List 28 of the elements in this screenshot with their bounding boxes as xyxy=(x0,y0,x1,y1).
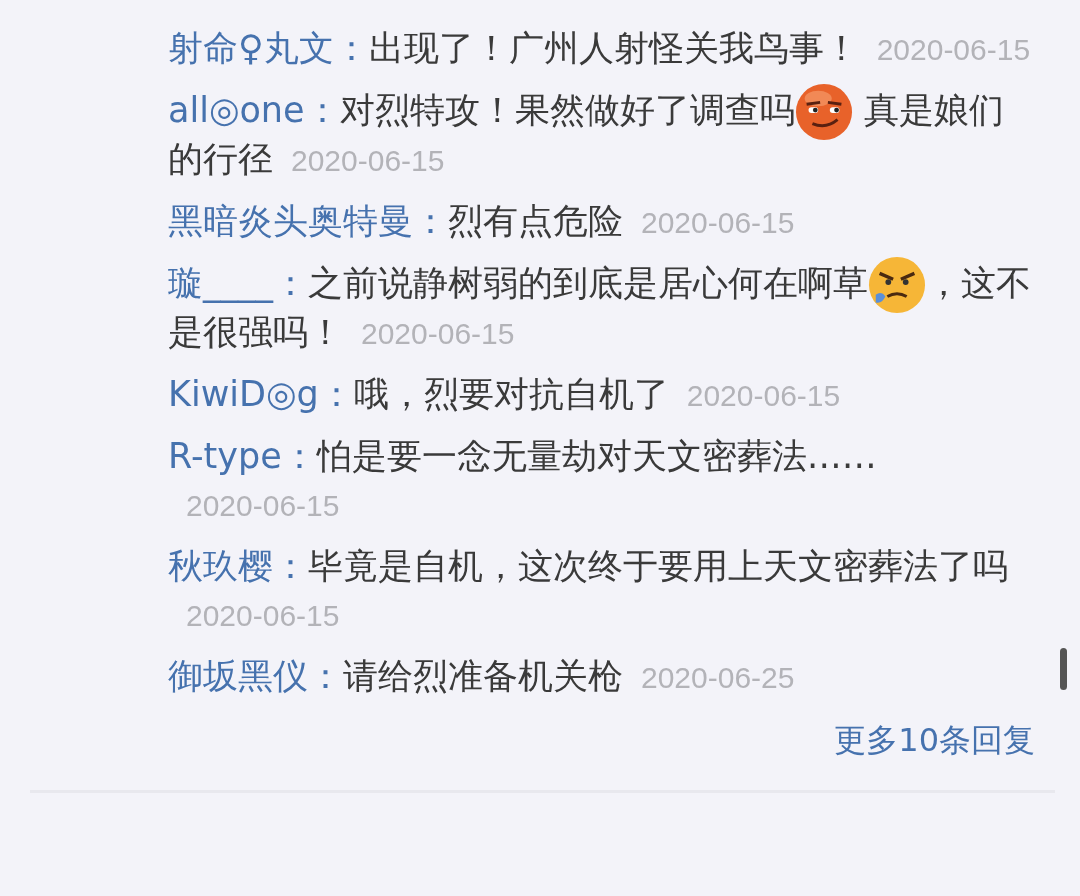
reply-date: 2020-06-15 xyxy=(291,144,445,177)
username-link[interactable]: 璇____： xyxy=(168,263,308,303)
username-link[interactable]: all◎one： xyxy=(168,90,340,130)
reply-date: 2020-06-15 xyxy=(641,206,795,239)
username-link[interactable]: 黑暗炎头奥特曼： xyxy=(168,201,448,241)
username-link[interactable]: 射命♀丸文： xyxy=(168,28,369,68)
reply-text: 黑暗炎头奥特曼：烈有点危险 2020-06-15 xyxy=(168,200,796,243)
reply-text: 秋玖樱：毕竟是自机，这次终于要用上天文密葬法了吗 2020-06-15 xyxy=(168,545,1009,634)
angry-emoji-icon xyxy=(868,256,926,314)
username-link[interactable]: KiwiD◎g： xyxy=(168,374,354,414)
reply-text: 御坂黑仪：请给烈准备机关枪 2020-06-25 xyxy=(168,655,796,698)
reply-text: 璇____：之前说静树弱的到底是居心何在啊草 ，这不是很强吗！ 2020-06-15 xyxy=(168,259,1034,358)
reply-text: KiwiD◎g：哦，烈要对抗自机了 2020-06-15 xyxy=(168,373,842,416)
reply-date: 2020-06-15 xyxy=(686,379,841,412)
reply-date: 2020-06-15 xyxy=(361,317,515,350)
reply-text: 射命♀丸文：出现了！广州人射怪关我鸟事！ 2020-06-15 xyxy=(168,27,1032,70)
reply-text: R-type：怕是要一念无量劫对天文密葬法…… 2020-06-15 xyxy=(168,435,878,524)
reply-date: 2020-06-25 xyxy=(641,661,795,694)
username-link[interactable]: 御坂黑仪： xyxy=(168,656,343,696)
reply-date: 2020-06-15 xyxy=(876,33,1031,66)
reply-date: 2020-06-15 xyxy=(186,599,340,632)
username-link[interactable]: R-type： xyxy=(168,436,317,476)
more-replies-link[interactable]: 更多10条回复 xyxy=(834,716,1035,764)
smirk-emoji-icon xyxy=(794,83,853,141)
reply-date: 2020-06-15 xyxy=(186,489,340,522)
scrollbar[interactable] xyxy=(1060,648,1067,690)
reply-text: all◎one：对烈特攻！果然做好了调查吗 真是娘们的行径 2020-06-15 xyxy=(168,86,1034,185)
username-link[interactable]: 秋玖樱： xyxy=(168,546,308,586)
